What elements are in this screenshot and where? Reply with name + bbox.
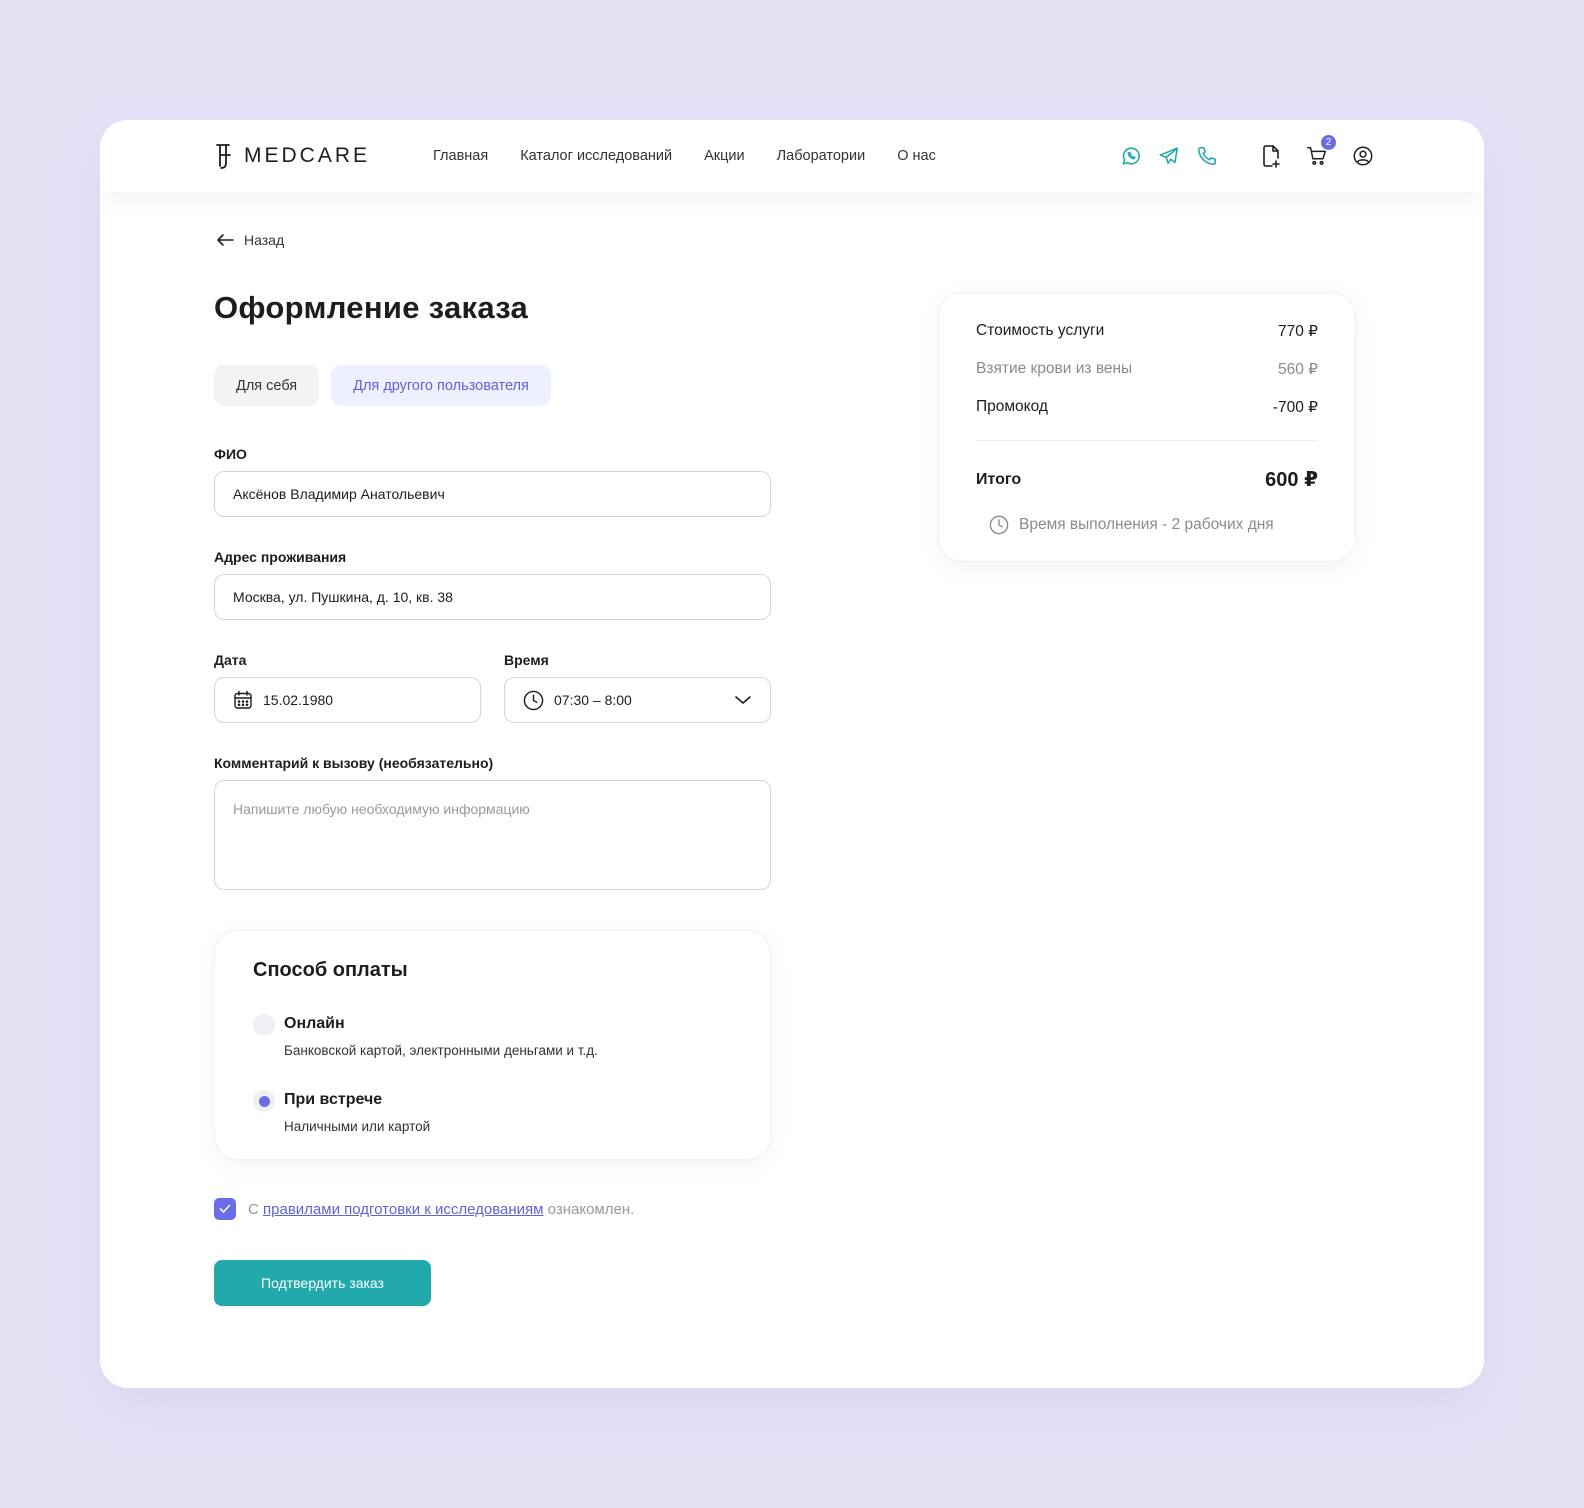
summary-row-label: Стоимость услуги bbox=[976, 322, 1105, 339]
nav-catalog[interactable]: Каталог исследований bbox=[520, 148, 672, 164]
payment-option-title: Онлайн bbox=[284, 1015, 345, 1032]
summary-total: Итого 600 ₽ bbox=[976, 467, 1318, 492]
summary-row-label: Промокод bbox=[976, 398, 1048, 415]
clock-icon bbox=[989, 515, 1009, 535]
comment-textarea[interactable] bbox=[214, 780, 771, 890]
date-input[interactable]: 15.02.1980 bbox=[214, 677, 481, 723]
app-window: MEDCARE Главная Каталог исследований Акц… bbox=[100, 120, 1484, 1388]
completion-time-text: Время выполнения - 2 рабочих дня bbox=[1019, 516, 1274, 533]
payment-title: Способ оплаты bbox=[253, 959, 408, 981]
agreement-suffix: ознакомлен. bbox=[547, 1200, 635, 1218]
payment-option-title: При встрече bbox=[284, 1091, 383, 1108]
payment-option-desc: Наличными или картой bbox=[284, 1119, 431, 1134]
completion-time: Время выполнения - 2 рабочих дня bbox=[989, 515, 1274, 535]
document-add-icon[interactable] bbox=[1258, 143, 1284, 169]
total-label: Итого bbox=[976, 470, 1022, 488]
top-header: MEDCARE Главная Каталог исследований Акц… bbox=[100, 120, 1484, 192]
comment-label: Комментарий к вызову (необязательно) bbox=[214, 755, 494, 771]
summary-row-value: 770 ₽ bbox=[1277, 323, 1318, 340]
address-label: Адрес проживания bbox=[214, 549, 347, 565]
logo-icon bbox=[216, 144, 231, 169]
header-actions: 2 bbox=[1118, 120, 1376, 192]
date-value: 15.02.1980 bbox=[263, 692, 334, 708]
clock-icon bbox=[523, 690, 544, 711]
tab-for-other-user[interactable]: Для другого пользователя bbox=[331, 365, 551, 406]
nav-laboratories[interactable]: Лаборатории bbox=[777, 148, 866, 164]
nav-promotions[interactable]: Акции bbox=[704, 148, 745, 164]
cart-count-badge: 2 bbox=[1321, 135, 1336, 150]
confirm-order-button[interactable]: Подтвердить заказ bbox=[214, 1260, 431, 1306]
summary-row: Промокод -700 ₽ bbox=[976, 398, 1318, 417]
time-label: Время bbox=[504, 652, 549, 668]
order-summary-card: Стоимость услуги 770 ₽ Взятие крови из в… bbox=[938, 292, 1356, 562]
brand-name: MEDCARE bbox=[244, 144, 371, 167]
total-value: 600 ₽ bbox=[1265, 469, 1318, 491]
summary-divider bbox=[976, 440, 1318, 441]
address-value: Москва, ул. Пушкина, д. 10, кв. 38 bbox=[233, 589, 453, 605]
arrow-left-icon bbox=[217, 234, 234, 246]
recipient-tabs: Для себя Для другого пользователя bbox=[214, 365, 551, 406]
agreement-row: С правилами подготовки к исследованиям о… bbox=[214, 1198, 634, 1220]
summary-row: Стоимость услуги 770 ₽ bbox=[976, 322, 1318, 341]
back-label: Назад bbox=[244, 232, 285, 248]
agreement-checkbox[interactable] bbox=[214, 1198, 236, 1220]
address-input[interactable]: Москва, ул. Пушкина, д. 10, кв. 38 bbox=[214, 574, 771, 620]
payment-option-desc: Банковской картой, электронными деньгами… bbox=[284, 1043, 598, 1058]
summary-row: Взятие крови из вены 560 ₽ bbox=[976, 360, 1318, 379]
time-value: 07:30 – 8:00 bbox=[554, 692, 632, 708]
summary-row-value: -700 ₽ bbox=[1272, 399, 1318, 416]
whatsapp-icon[interactable] bbox=[1118, 143, 1144, 169]
preparation-rules-link[interactable]: правилами подготовки к исследованиям bbox=[263, 1201, 543, 1218]
nav-about[interactable]: О нас bbox=[897, 148, 936, 164]
payment-method-card: Способ оплаты Онлайн Банковской картой, … bbox=[214, 930, 771, 1160]
date-label: Дата bbox=[214, 652, 247, 668]
tab-for-self[interactable]: Для себя bbox=[214, 365, 320, 406]
back-link[interactable]: Назад bbox=[216, 232, 284, 248]
summary-row-value: 560 ₽ bbox=[1277, 361, 1318, 378]
chevron-down-icon[interactable] bbox=[734, 695, 752, 705]
radio-on-meeting[interactable] bbox=[253, 1090, 275, 1112]
check-icon bbox=[219, 1204, 231, 1213]
page-title: Оформление заказа bbox=[214, 290, 529, 325]
telegram-icon[interactable] bbox=[1156, 143, 1182, 169]
summary-row-label: Взятие крови из вены bbox=[976, 360, 1133, 377]
cart-icon[interactable]: 2 bbox=[1304, 135, 1336, 169]
agreement-prefix: С bbox=[248, 1200, 259, 1218]
nav-home[interactable]: Главная bbox=[433, 148, 488, 164]
fio-input[interactable]: Аксёнов Владимир Анатольевич bbox=[214, 471, 771, 517]
fio-label: ФИО bbox=[214, 446, 247, 462]
payment-option-on-meeting[interactable]: При встрече Наличными или картой bbox=[253, 1090, 431, 1134]
fio-value: Аксёнов Владимир Анатольевич bbox=[233, 486, 445, 502]
radio-online[interactable] bbox=[253, 1014, 275, 1036]
calendar-icon bbox=[233, 690, 253, 710]
time-select[interactable]: 07:30 – 8:00 bbox=[504, 677, 771, 723]
phone-icon[interactable] bbox=[1194, 143, 1220, 169]
payment-option-online[interactable]: Онлайн Банковской картой, электронными д… bbox=[253, 1014, 598, 1058]
main-nav: Главная Каталог исследований Акции Лабор… bbox=[433, 120, 936, 192]
user-icon[interactable] bbox=[1350, 143, 1376, 169]
logo[interactable]: MEDCARE bbox=[214, 142, 370, 170]
